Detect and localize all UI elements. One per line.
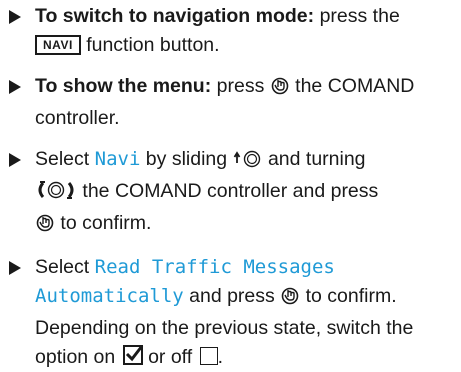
checkbox-unchecked-icon	[199, 347, 218, 365]
step-text: by sliding	[140, 148, 233, 170]
bullet-arrow-icon	[9, 10, 21, 24]
turn-icon	[35, 180, 77, 209]
step-text: Select	[35, 148, 95, 170]
step-select-navi: Select Navi by sliding and turning the C…	[8, 145, 455, 241]
bullet-arrow-icon	[9, 80, 21, 94]
step-text: press	[211, 75, 270, 97]
controller-press-icon	[280, 285, 300, 314]
step-text: to confirm.	[55, 212, 152, 234]
step-text: press the	[314, 5, 400, 27]
step-show-menu: To show the menu: press the COMAND contr…	[8, 72, 455, 133]
step-text: or off	[142, 346, 198, 368]
slide-up-icon	[233, 148, 263, 177]
bullet-arrow-icon	[9, 261, 21, 275]
step-text: Select	[35, 256, 95, 278]
checkbox-checked-icon	[122, 345, 143, 365]
navi-key-icon: NAVI	[35, 35, 81, 55]
controller-press-icon	[35, 212, 55, 241]
controller-press-icon	[270, 75, 290, 104]
instruction-page: To switch to navigation mode: press the …	[0, 0, 461, 368]
bullet-arrow-icon	[9, 153, 21, 167]
step-text: .	[217, 346, 223, 368]
step-heading: To switch to navigation mode:	[35, 5, 315, 27]
menu-item-navi: Navi	[94, 148, 141, 170]
step-heading: To show the menu:	[35, 75, 212, 97]
step-text: and turning	[262, 148, 366, 170]
step-text: the COMAND controller and press	[77, 180, 379, 202]
step-text: function button.	[80, 34, 220, 56]
step-navigation-mode: To switch to navigation mode: press the …	[8, 2, 455, 60]
step-read-traffic: Select Read Traffic Messages Automatical…	[8, 253, 455, 372]
step-text: and press	[183, 285, 281, 307]
